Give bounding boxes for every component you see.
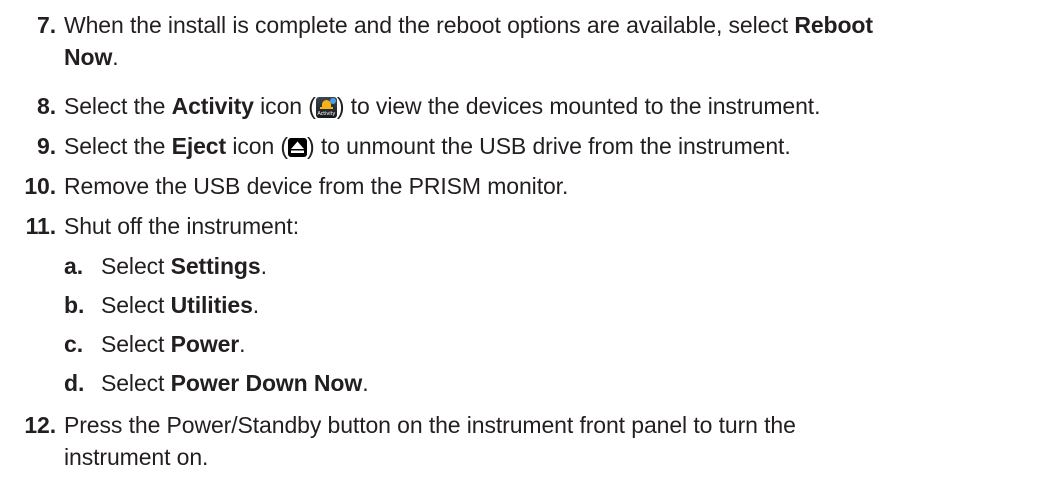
substep-text: Select Power. [101, 329, 246, 360]
step-7-bold: Reboot [794, 12, 873, 38]
substep-pre: Select [101, 370, 171, 396]
step-7-punct: . [112, 44, 119, 70]
substep-post: . [362, 370, 369, 396]
substep-post: . [260, 253, 267, 279]
step-8-bold: Activity [171, 93, 254, 119]
step-9-pre: Select the [64, 133, 172, 159]
substep-text: Select Utilities. [101, 290, 259, 321]
bell-rim [319, 107, 333, 109]
step-number: 8. [37, 93, 56, 119]
instruction-page: 7. When the install is complete and the … [0, 0, 1045, 498]
notification-dot [329, 98, 336, 104]
step-number: 7. [37, 12, 56, 38]
substep-pre: Select [101, 292, 171, 318]
substep-text: Select Power Down Now. [101, 368, 369, 399]
step-number: 11. [25, 213, 57, 239]
substep-bold: Power [170, 331, 240, 357]
activity-bell-icon: Activity [315, 97, 337, 118]
step-text-line2: Now. [64, 42, 119, 73]
step-text: Press the Power/Standby button on the in… [64, 412, 796, 438]
step-9-mid: icon ( [226, 133, 288, 159]
substep-post: . [239, 331, 246, 357]
step-7-bold-2: Now [64, 44, 113, 70]
step-number: 10. [24, 173, 56, 199]
substep-letter: a. [64, 253, 83, 279]
substep-pre: Select [101, 253, 171, 279]
step-7-text: When the install is complete and the reb… [64, 12, 795, 38]
step-8-pre: Select the [64, 93, 172, 119]
substep-letter: d. [64, 370, 85, 396]
step-9-bold: Eject [171, 133, 227, 159]
substep-bold: Power Down Now [170, 370, 363, 396]
step-8-mid: icon ( [253, 93, 316, 119]
step-8-post: ) to view the devices mounted to the ins… [336, 93, 821, 119]
step-text: Shut off the instrument: [64, 213, 299, 239]
eject-icon [288, 138, 307, 157]
substep-letter: c. [64, 331, 83, 357]
substep-post: . [252, 292, 260, 318]
substep-text: Select Settings. [101, 251, 267, 282]
step-text-line2: instrument on. [64, 444, 209, 470]
step-text: Select the Activity icon (Activity) to v… [64, 91, 820, 122]
step-text: Select the Eject icon ( ) to unmount the … [64, 131, 791, 162]
step-text: When the install is complete and the reb… [64, 10, 873, 41]
step-text: Remove the USB device from the PRISM mon… [64, 173, 569, 199]
substep-pre: Select [101, 331, 171, 357]
step-9-post: ) to unmount the USB drive from the inst… [307, 133, 791, 159]
icon-caption: Activity [317, 111, 336, 117]
substep-letter: b. [64, 292, 85, 318]
substep-bold: Utilities [170, 292, 253, 318]
substep-bold: Settings [170, 253, 261, 279]
step-number: 12. [24, 412, 56, 438]
step-number: 9. [37, 133, 56, 159]
